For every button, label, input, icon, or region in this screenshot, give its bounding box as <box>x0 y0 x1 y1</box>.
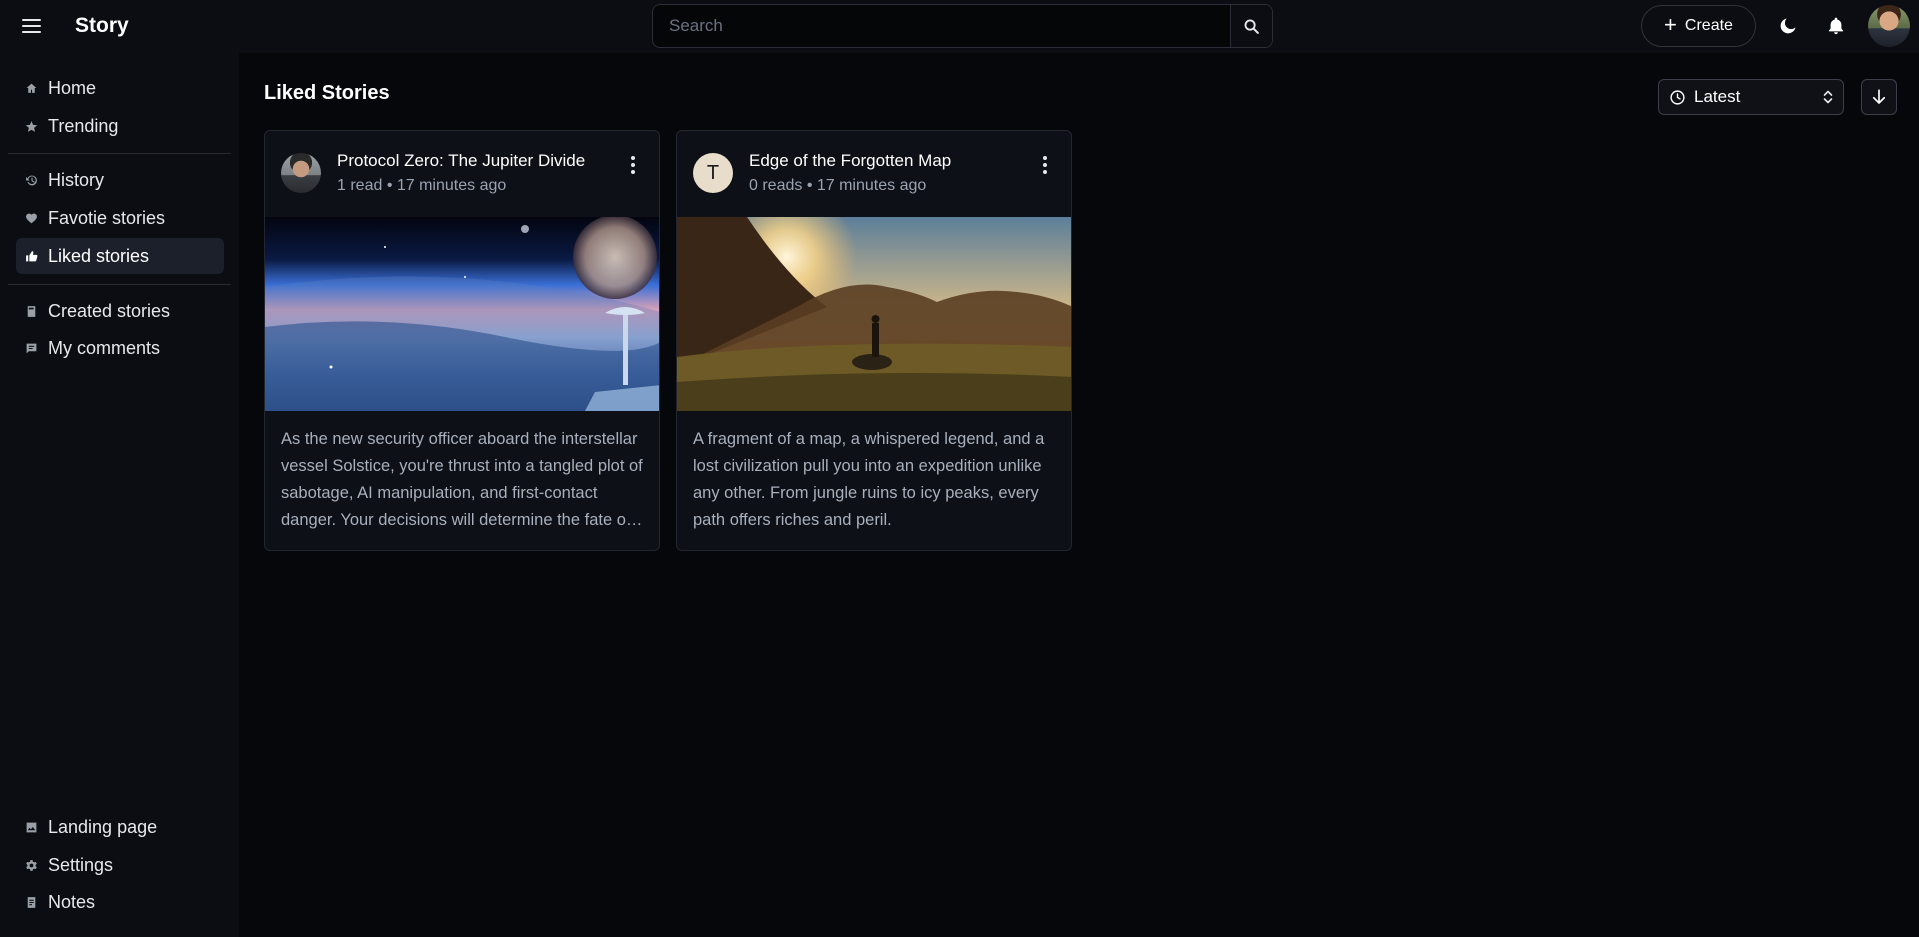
sidebar-item-label: Settings <box>48 854 114 875</box>
sidebar-item-notes[interactable]: Notes <box>16 884 224 920</box>
thumbs-up-icon <box>24 249 38 263</box>
card-title[interactable]: Edge of the Forgotten Map <box>749 151 951 171</box>
brand-logo[interactable]: Story <box>75 14 129 38</box>
bell-icon <box>1828 17 1844 35</box>
story-card[interactable]: T Edge of the Forgotten Map 0 reads • 17… <box>676 130 1072 551</box>
sidebar-item-created-stories[interactable]: Created stories <box>16 293 224 329</box>
book-icon <box>24 304 38 318</box>
sort-selected-value: Latest <box>1694 87 1741 106</box>
sidebar-item-trending[interactable]: Trending <box>16 108 224 144</box>
sidebar-item-label: My comments <box>48 337 161 358</box>
author-avatar[interactable]: T <box>693 153 733 193</box>
notifications-button[interactable] <box>1823 13 1849 39</box>
sidebar-item-favorite-stories[interactable]: Favotie stories <box>16 200 224 236</box>
chevron-up-down-icon <box>1823 90 1833 104</box>
heart-icon <box>24 211 38 225</box>
sidebar-item-settings[interactable]: Settings <box>16 847 224 883</box>
author-avatar[interactable] <box>281 153 321 193</box>
more-options-icon[interactable] <box>1035 153 1055 177</box>
sidebar-item-label: Created stories <box>48 300 171 321</box>
card-title[interactable]: Protocol Zero: The Jupiter Divide <box>337 151 585 171</box>
sidebar-item-label: Home <box>48 77 97 98</box>
arrow-down-icon <box>1872 89 1886 104</box>
comment-icon <box>24 341 38 355</box>
card-header: T Edge of the Forgotten Map 0 reads • 17… <box>677 131 1071 217</box>
sidebar: Home Trending History Favotie stories Li… <box>0 53 239 937</box>
moon-icon <box>1780 18 1796 34</box>
card-meta: 0 reads • 17 minutes ago <box>749 177 927 194</box>
sidebar-item-my-comments[interactable]: My comments <box>16 330 224 366</box>
theme-toggle-button[interactable] <box>1775 13 1801 39</box>
card-header: Protocol Zero: The Jupiter Divide 1 read… <box>265 131 659 217</box>
more-options-icon[interactable] <box>623 153 643 177</box>
star-icon <box>24 119 38 133</box>
sidebar-item-liked-stories[interactable]: Liked stories <box>16 238 224 274</box>
search-box <box>652 4 1273 48</box>
history-icon <box>24 173 38 187</box>
sort-select[interactable]: Latest <box>1658 79 1844 115</box>
card-cover-image[interactable] <box>265 217 659 411</box>
page-title: Liked Stories <box>264 82 390 104</box>
user-avatar[interactable] <box>1868 5 1910 47</box>
sidebar-item-history[interactable]: History <box>16 162 224 198</box>
search-button[interactable] <box>1230 5 1272 47</box>
notes-icon <box>24 895 38 909</box>
search-input[interactable] <box>653 5 1230 47</box>
gear-icon <box>24 858 38 872</box>
sort-direction-button[interactable] <box>1861 79 1897 115</box>
sidebar-divider <box>8 284 231 285</box>
sidebar-item-home[interactable]: Home <box>16 70 224 106</box>
sidebar-divider <box>8 153 231 154</box>
sidebar-item-label: Notes <box>48 891 96 912</box>
plus-icon: + <box>1664 12 1677 37</box>
top-bar: Story + Create <box>0 0 1919 53</box>
home-icon <box>24 81 38 95</box>
menu-icon[interactable] <box>22 14 48 38</box>
story-card[interactable]: Protocol Zero: The Jupiter Divide 1 read… <box>264 130 660 551</box>
card-cover-image[interactable] <box>677 217 1071 411</box>
sidebar-item-label: Landing page <box>48 816 158 837</box>
sidebar-item-label: History <box>48 169 105 190</box>
sidebar-item-label: Liked stories <box>48 245 150 266</box>
sidebar-item-landing-page[interactable]: Landing page <box>16 809 224 845</box>
search-icon <box>1244 19 1259 34</box>
image-icon <box>24 820 38 834</box>
card-description: As the new security officer aboard the i… <box>281 430 643 529</box>
clock-icon <box>1670 89 1685 105</box>
create-button[interactable]: + Create <box>1641 5 1756 47</box>
card-description: A fragment of a map, a whispered legend,… <box>693 430 1045 529</box>
create-label: Create <box>1684 17 1733 34</box>
sidebar-item-label: Favotie stories <box>48 207 166 228</box>
sidebar-item-label: Trending <box>48 115 119 136</box>
card-meta: 1 read • 17 minutes ago <box>337 177 507 194</box>
